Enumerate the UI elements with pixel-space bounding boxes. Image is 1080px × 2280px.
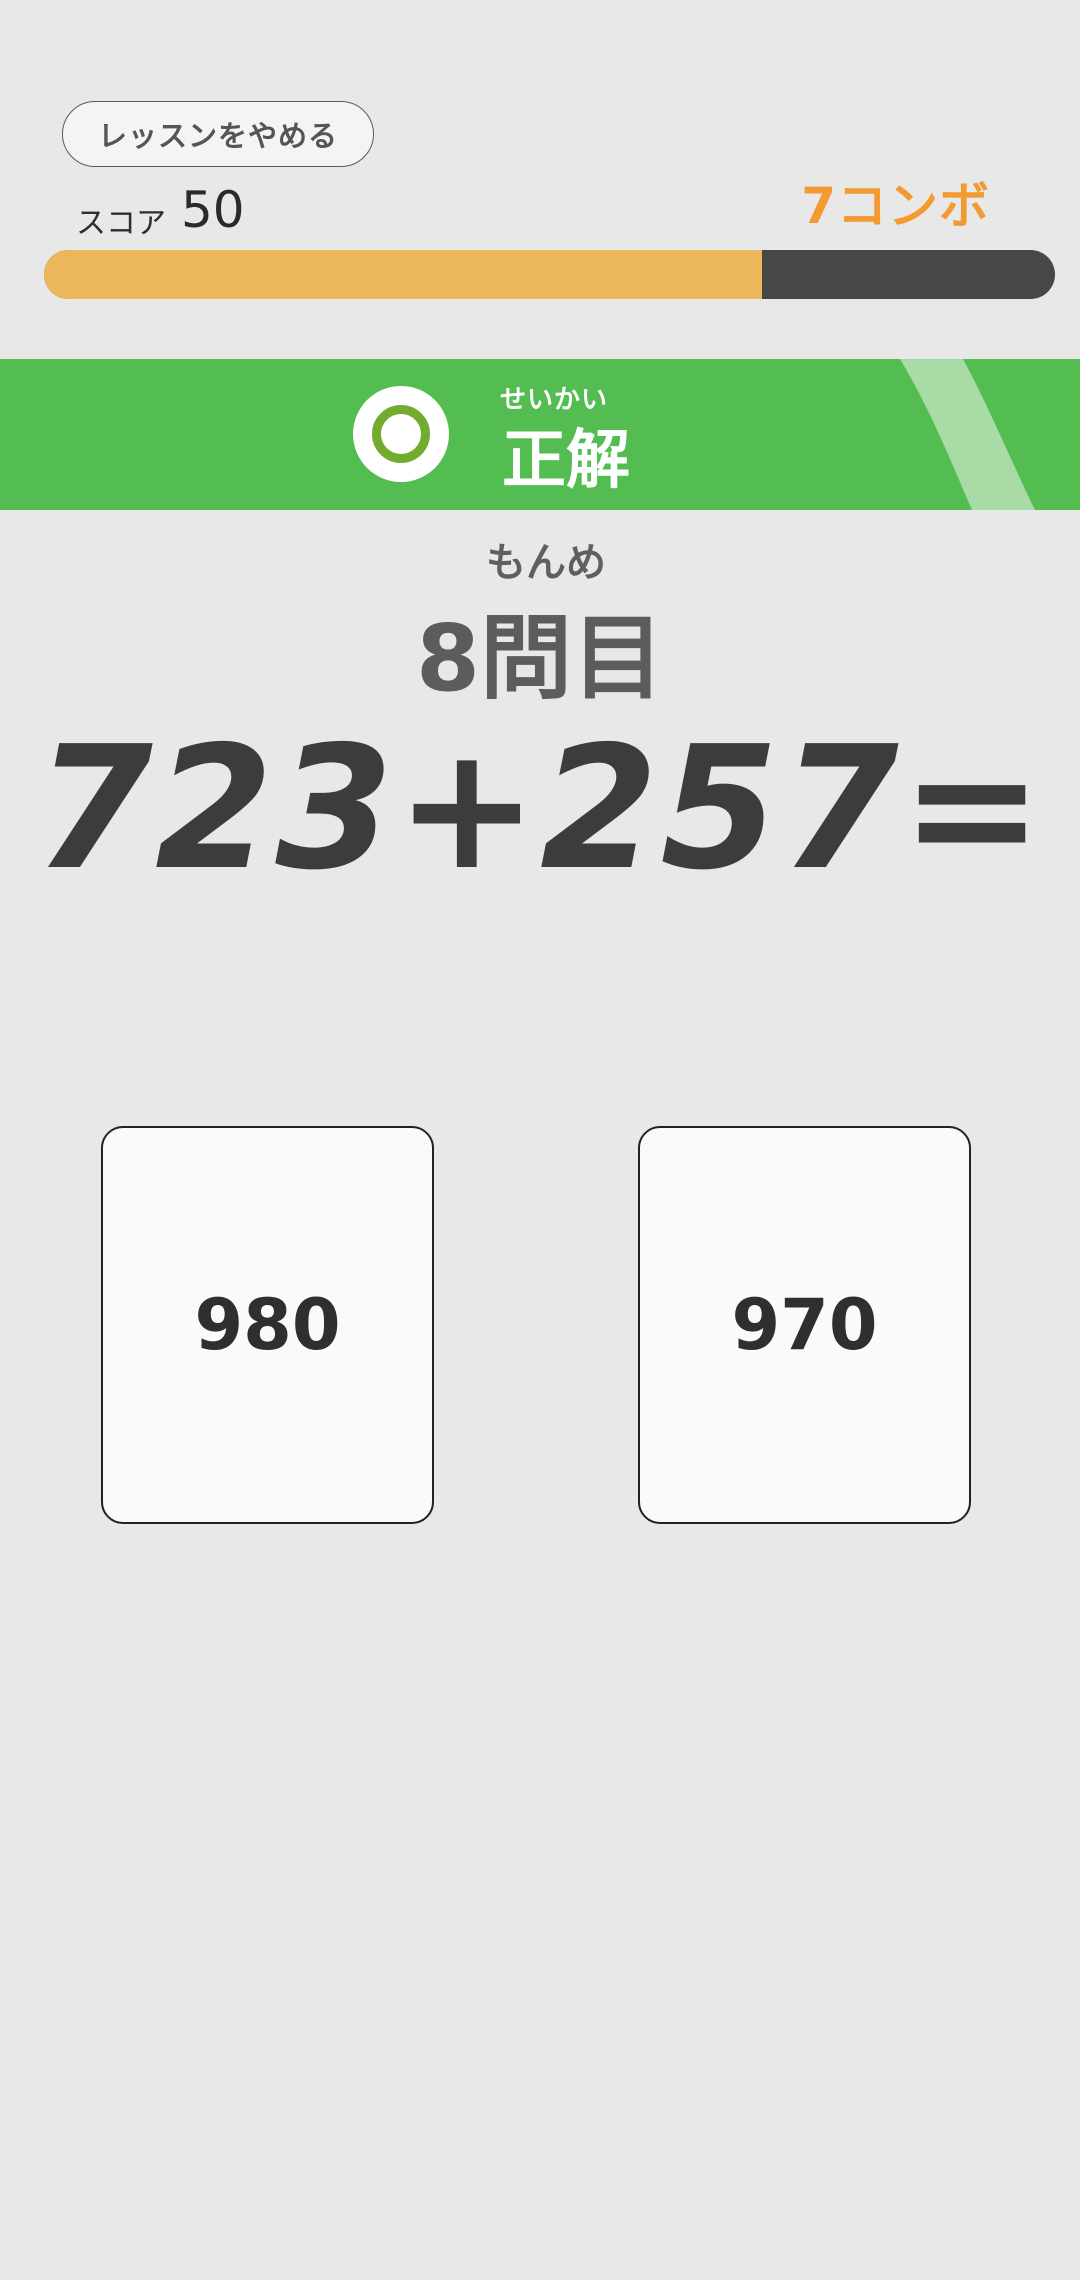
question-number-ruby: もんめ — [486, 540, 606, 586]
result-text: 正解 — [502, 424, 630, 498]
correct-circle-icon — [353, 386, 449, 482]
question-equation: 723+257= — [34, 710, 1046, 908]
progress-bar — [44, 250, 1055, 299]
answer-card-right[interactable]: 970 — [638, 1126, 971, 1524]
answer-card-left[interactable]: 980 — [101, 1126, 434, 1524]
score-value: 50 — [181, 181, 245, 239]
progress-bar-fill — [44, 250, 762, 299]
result-banner: せいかい 正解 — [0, 359, 1080, 510]
question-number: 8問目 — [415, 605, 664, 712]
combo-counter: 7コンボ — [801, 177, 990, 235]
quit-lesson-button[interactable]: レッスンをやめる — [62, 101, 374, 167]
score-label: スコア — [76, 206, 166, 241]
